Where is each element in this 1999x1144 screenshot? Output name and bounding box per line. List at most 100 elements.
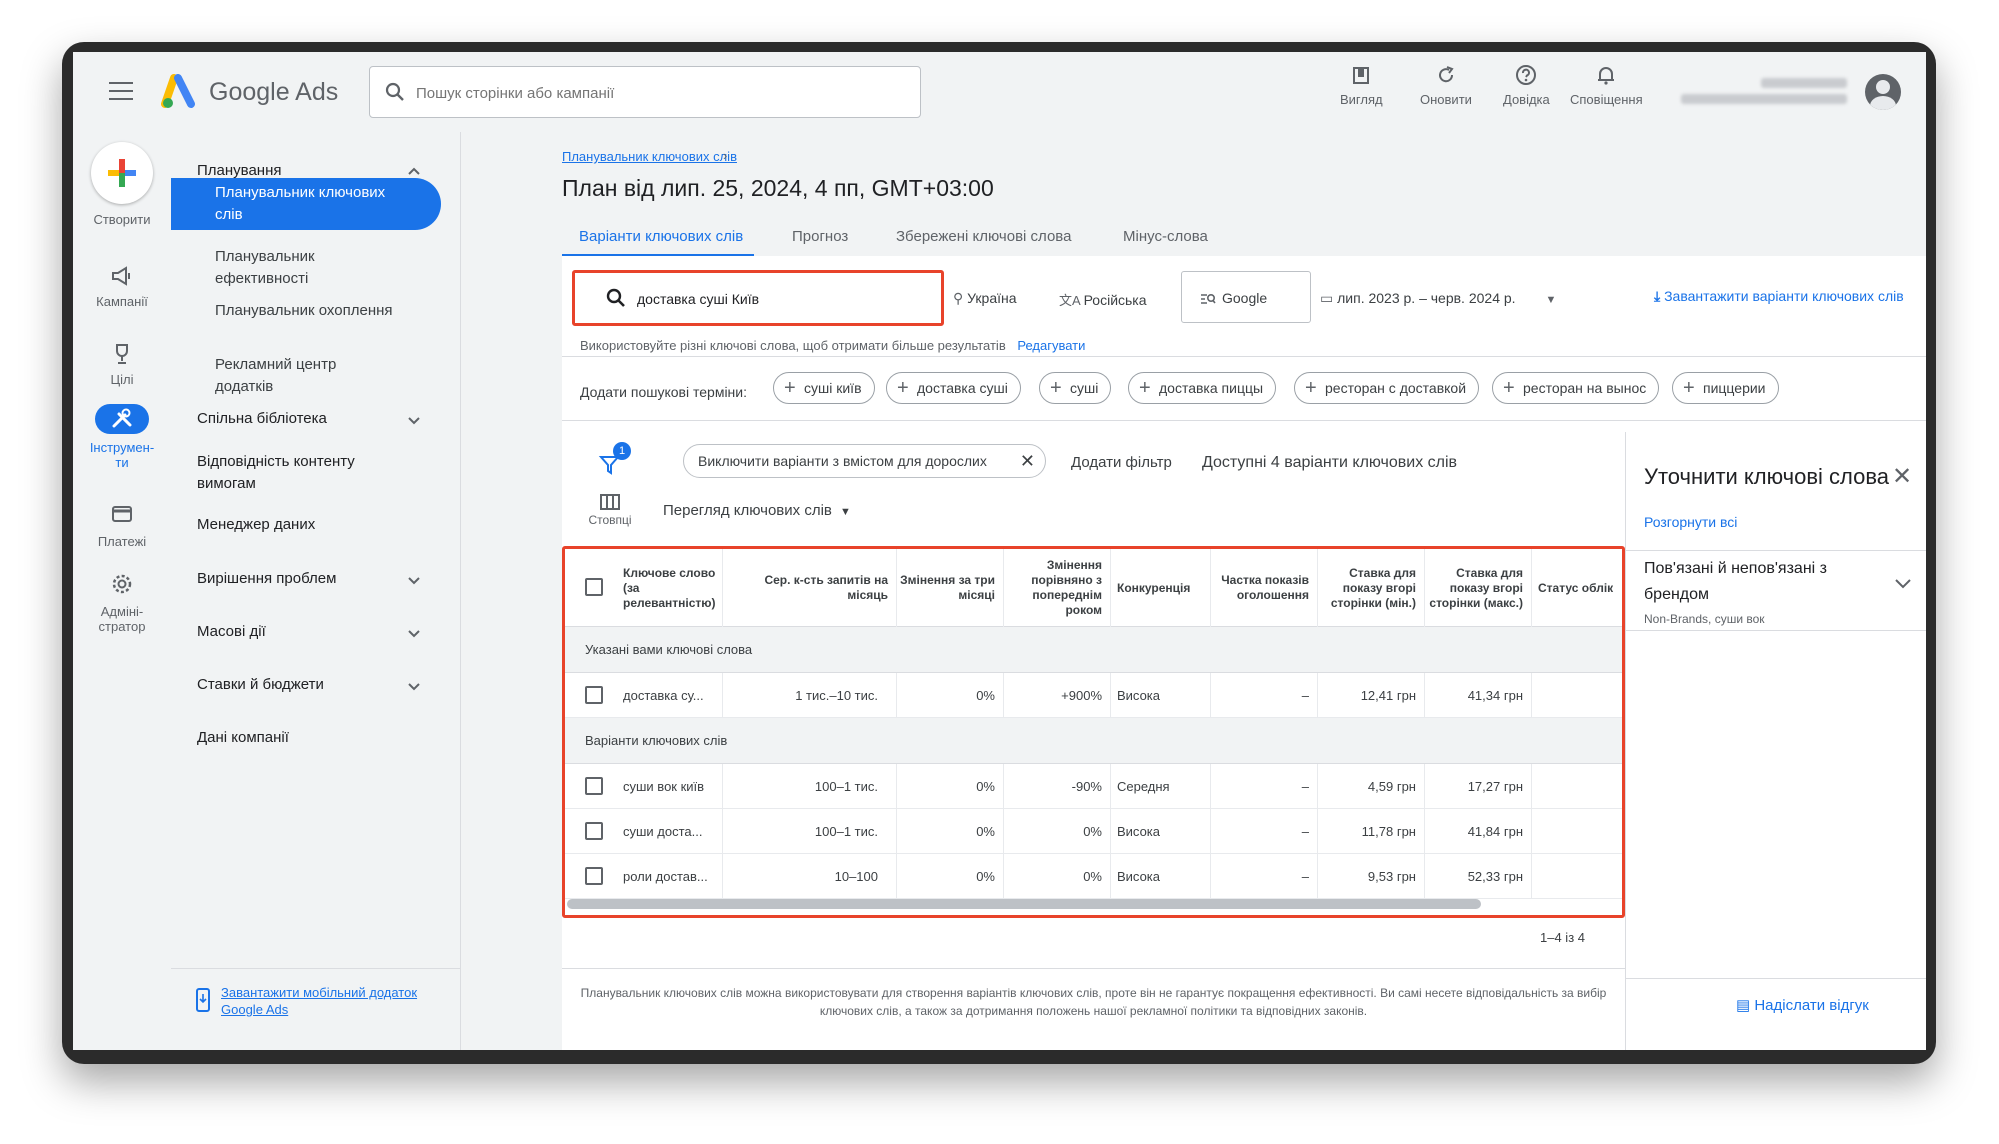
col-header-top-bid-low[interactable]: Ставка для показу вгорі сторінки (мін.): [1318, 549, 1425, 627]
download-keyword-ideas-label: Завантажити варіанти ключових слів: [1664, 288, 1904, 304]
close-icon[interactable]: ✕: [1892, 462, 1912, 491]
nav-reach-planner[interactable]: Планувальник охоплення: [215, 300, 395, 322]
campaigns-megaphone-icon[interactable]: [110, 264, 134, 288]
rail-campaigns-label[interactable]: Кампанії: [73, 294, 171, 309]
chevron-down-icon[interactable]: [407, 682, 421, 691]
table-row[interactable]: роли достав... 10–100 0% 0% Висока – 9,5…: [565, 854, 1622, 899]
admin-gear-icon[interactable]: [110, 572, 134, 596]
nav-item-keyword-planner-label: Планувальник ключових слів: [215, 184, 386, 223]
keyword-view-selector[interactable]: Перегляд ключових слів ▼: [663, 502, 851, 519]
toolbar-notifications[interactable]: Сповіщення: [1570, 64, 1643, 107]
row-checkbox[interactable]: [585, 822, 603, 840]
horizontal-scrollbar[interactable]: [567, 899, 1481, 909]
table-row[interactable]: доставка су... 1 тис.–10 тис. 0% +900% В…: [565, 673, 1622, 718]
expand-all-link[interactable]: Розгорнути всі: [1644, 514, 1737, 530]
col-header-impression-share[interactable]: Частка показів оголошення: [1211, 549, 1318, 627]
chevron-down-icon[interactable]: [407, 576, 421, 585]
suggest-chip[interactable]: суші київ: [773, 372, 875, 404]
tab-forecast[interactable]: Прогноз: [792, 228, 848, 245]
nav-item-keyword-planner[interactable]: Планувальник ключових слів: [171, 178, 441, 230]
add-filter-button[interactable]: Додати фільтр: [1071, 454, 1172, 471]
suggest-chip[interactable]: суші: [1039, 372, 1112, 404]
dropdown-arrow-icon: ▼: [840, 506, 851, 518]
network-setting[interactable]: Google: [1181, 271, 1311, 323]
suggest-chip[interactable]: пиццерии: [1672, 372, 1779, 404]
rail-create-label: Створити: [93, 212, 151, 227]
suggest-chip[interactable]: доставка пиццы: [1128, 372, 1277, 404]
nav-app-advertising-hub[interactable]: Рекламний центр додатків: [215, 354, 395, 398]
available-ideas-count: Доступні 4 варіанти ключових слів: [1202, 454, 1458, 471]
download-app-link[interactable]: Завантажити мобільний додаток Google Ads: [193, 984, 443, 1020]
table-row[interactable]: суши вок київ 100–1 тис. 0% -90% Середня…: [565, 764, 1622, 809]
col-header-keyword[interactable]: Ключове слово (за релевантністю): [617, 549, 723, 627]
nav-bulk-actions[interactable]: Масові дії: [197, 621, 266, 643]
billing-card-icon[interactable]: [110, 502, 134, 526]
tab-keyword-ideas[interactable]: Варіанти ключових слів: [579, 228, 743, 245]
suggest-chip[interactable]: доставка суші: [886, 372, 1021, 404]
goals-trophy-icon[interactable]: [110, 342, 134, 366]
row-checkbox[interactable]: [585, 686, 603, 704]
close-icon[interactable]: ✕: [1020, 445, 1035, 477]
nav-shared-library[interactable]: Спільна бібліотека: [197, 408, 327, 430]
download-keyword-ideas-button[interactable]: ⤓ Завантажити варіанти ключових слів: [1654, 288, 1904, 305]
col-header-account-status[interactable]: Статус облік: [1532, 549, 1622, 627]
col-header-top-bid-high[interactable]: Ставка для показу вгорі сторінки (макс.): [1425, 549, 1532, 627]
cell-avg-searches: 1 тис.–10 тис.: [723, 673, 897, 718]
chevron-down-icon[interactable]: [1894, 578, 1912, 590]
brand-group-title[interactable]: Пов'язані й непов'язані з брендом: [1644, 556, 1884, 608]
keyword-ideas-panel: ⚲ Україна 文A Російська Google ▭ лип. 202…: [562, 256, 1926, 1050]
language-setting[interactable]: 文A Російська: [1059, 290, 1147, 309]
columns-button[interactable]: Стовпці: [582, 494, 638, 527]
chevron-down-icon[interactable]: [407, 416, 421, 425]
rail-tools-label[interactable]: Інструмен- ти: [73, 440, 171, 470]
date-range-setting[interactable]: ▭ лип. 2023 р. – черв. 2024 р. ▼: [1320, 290, 1556, 307]
chevron-up-icon[interactable]: [407, 167, 421, 176]
tools-selected-pill[interactable]: [95, 404, 149, 434]
select-all-checkbox[interactable]: [585, 578, 603, 596]
account-info[interactable]: [1681, 74, 1851, 110]
breadcrumb[interactable]: Планувальник ключових слів: [562, 149, 737, 164]
nav-troubleshooting[interactable]: Вирішення проблем: [197, 568, 336, 590]
nav-content-suitability[interactable]: Відповідність контенту вимогам: [197, 451, 397, 495]
nav-data-manager[interactable]: Менеджер даних: [197, 514, 315, 536]
cell-keyword: суши вок київ: [617, 764, 723, 809]
rail-admin-label[interactable]: Адміні- стратор: [73, 604, 171, 634]
menu-icon[interactable]: [109, 82, 133, 100]
create-button[interactable]: [91, 142, 153, 204]
col-header-three-month-change[interactable]: Змінення за три місяці: [897, 549, 1004, 627]
date-range-label: лип. 2023 р. – черв. 2024 р.: [1337, 290, 1516, 306]
row-checkbox[interactable]: [585, 777, 603, 795]
suggest-chip[interactable]: ресторан на вынос: [1492, 372, 1660, 404]
keyword-search-box[interactable]: [572, 270, 944, 326]
suggest-chip[interactable]: ресторан с доставкой: [1294, 372, 1480, 404]
exclude-adult-filter-chip[interactable]: Виключити варіанти з вмістом для доросли…: [683, 444, 1046, 478]
cell-top-bid-high: 41,34 грн: [1425, 673, 1532, 718]
tab-negative-keywords[interactable]: Мінус-слова: [1123, 228, 1208, 245]
nav-bids-budgets[interactable]: Ставки й бюджети: [197, 674, 324, 696]
nav-performance-planner[interactable]: Планувальник ефективності: [215, 246, 395, 290]
row-checkbox[interactable]: [585, 867, 603, 885]
toolbar-refresh[interactable]: Оновити: [1420, 64, 1472, 107]
translate-icon: 文A: [1059, 293, 1084, 308]
col-header-yoy-change[interactable]: Змінення порівняно з попереднім роком: [1004, 549, 1111, 627]
toolbar-view-label: Вигляд: [1340, 92, 1383, 107]
col-header-competition[interactable]: Конкуренція: [1111, 549, 1211, 627]
toolbar-help[interactable]: Довідка: [1503, 64, 1550, 107]
keyword-input[interactable]: [637, 288, 917, 310]
chevron-down-icon[interactable]: [407, 629, 421, 638]
col-header-avg-searches[interactable]: Сер. к-сть запитів на місяць: [723, 549, 897, 627]
toolbar-view[interactable]: Вигляд: [1340, 64, 1383, 107]
main-content: Планувальник ключових слів › План від ли…: [461, 132, 1926, 1050]
search-box[interactable]: [369, 66, 921, 118]
nav-business-data[interactable]: Дані компанії: [197, 727, 289, 749]
table-row[interactable]: суши доста... 100–1 тис. 0% 0% Висока – …: [565, 809, 1622, 854]
location-setting[interactable]: ⚲ Україна: [953, 290, 1017, 307]
send-feedback-button[interactable]: ▤ Надіслати відгук: [1736, 996, 1869, 1014]
edit-link[interactable]: Редагувати: [1017, 338, 1085, 353]
search-input[interactable]: [416, 80, 896, 106]
avatar[interactable]: [1865, 74, 1901, 110]
top-bar: Google Ads Вигляд Оновити Довідка Сповіщ…: [73, 52, 1926, 132]
rail-billing-label[interactable]: Платежі: [73, 534, 171, 549]
tab-saved-keywords[interactable]: Збережені ключові слова: [896, 228, 1071, 245]
rail-goals-label[interactable]: Цілі: [73, 372, 171, 387]
